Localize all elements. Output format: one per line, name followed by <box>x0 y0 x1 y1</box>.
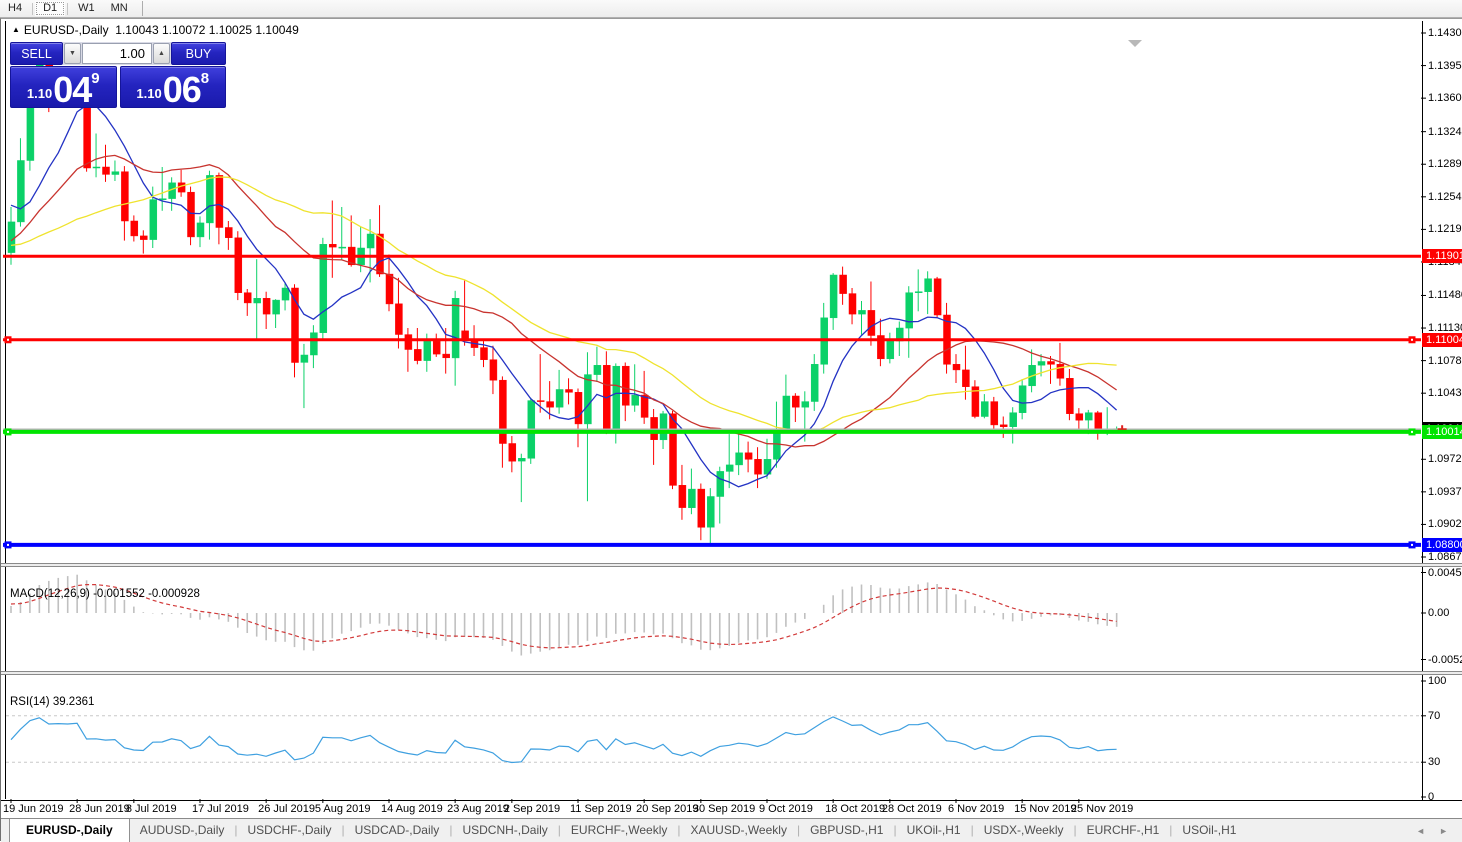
sell-price-display[interactable]: 1.10049 <box>10 66 117 108</box>
tab-usdchf-daily[interactable]: USDCHF-,Daily <box>238 819 342 842</box>
tab-usdcnh-daily[interactable]: USDCNH-,Daily <box>452 819 557 842</box>
scroll-to-end-icon[interactable] <box>1128 40 1142 47</box>
sell-price-pip: 9 <box>91 70 99 87</box>
macd-indicator-label: MACD(12,26,9) -0.001552 -0.000928 <box>10 588 200 600</box>
timeframe-w1[interactable]: W1 <box>70 1 103 16</box>
rsi-pane[interactable] <box>5 675 1423 799</box>
timeframe-d1[interactable]: D1 <box>35 1 65 16</box>
chart-symbol-period: EURUSD-,Daily <box>24 23 109 37</box>
price-axis <box>1422 21 1423 800</box>
buy-price-prefix: 1.10 <box>136 86 161 101</box>
buy-price-big: 06 <box>163 75 201 105</box>
rsi-indicator-label: RSI(14) 39.2361 <box>10 696 94 708</box>
toolbar-separator <box>67 3 68 15</box>
volume-spinner: ▼ ▲ <box>63 42 171 65</box>
pane-splitter[interactable] <box>1 671 1462 675</box>
tab-xauusd-weekly[interactable]: XAUUSD-,Weekly <box>680 819 796 842</box>
chart-tab-bar: EURUSD-,DailyAUDUSD-,Daily|USDCHF-,Daily… <box>1 818 1462 842</box>
tab-ukoil-h1[interactable]: UKOil-,H1 <box>897 819 971 842</box>
timeframe-toolbar: H4 D1 W1MN <box>0 0 1462 18</box>
one-click-trading-panel: SELL ▼ ▲ BUY 1.10049 1.10068 <box>10 42 226 108</box>
toolbar-separator <box>142 1 143 16</box>
tab-eurchf-weekly[interactable]: EURCHF-,Weekly <box>561 819 677 842</box>
collapse-panel-icon[interactable]: ▲ <box>12 25 20 34</box>
sell-button[interactable]: SELL <box>10 42 63 65</box>
buy-price-display[interactable]: 1.10068 <box>120 66 227 108</box>
time-axis <box>1 800 1462 818</box>
tab-usdx-weekly[interactable]: USDX-,Weekly <box>974 819 1074 842</box>
timeframe-mn[interactable]: MN <box>103 1 136 16</box>
chart-title: ▲ EURUSD-,Daily 1.10043 1.10072 1.10025 1… <box>12 23 299 37</box>
buy-button[interactable]: BUY <box>171 42 226 65</box>
chart-window: MACD(12,26,9) -0.001552 -0.000928 RSI(14… <box>0 18 1462 841</box>
tab-usoil-h1[interactable]: USOil-,H1 <box>1172 819 1246 842</box>
volume-increase-button[interactable]: ▲ <box>153 43 170 64</box>
macd-pane[interactable] <box>5 567 1423 671</box>
tab-eurchf-h1[interactable]: EURCHF-,H1 <box>1077 819 1170 842</box>
pane-splitter[interactable] <box>1 563 1462 567</box>
sell-price-big: 04 <box>53 75 91 105</box>
tab-gbpusd-h1[interactable]: GBPUSD-,H1 <box>800 819 893 842</box>
tab-eurusd-daily[interactable]: EURUSD-,Daily <box>9 819 130 842</box>
tab-audusd-daily[interactable]: AUDUSD-,Daily <box>130 819 235 842</box>
volume-decrease-button[interactable]: ▼ <box>64 43 81 64</box>
toolbar-separator <box>32 3 33 15</box>
volume-input[interactable] <box>82 43 152 64</box>
chart-ohlc-values: 1.10043 1.10072 1.10025 1.10049 <box>115 23 299 37</box>
sell-price-prefix: 1.10 <box>27 86 52 101</box>
tab-usdcad-daily[interactable]: USDCAD-,Daily <box>345 819 450 842</box>
tab-scroll-right-icon[interactable]: ► <box>1439 826 1448 836</box>
buy-price-pip: 8 <box>201 70 209 87</box>
tab-scroll-left-icon[interactable]: ◄ <box>1416 826 1425 836</box>
timeframe-h4[interactable]: H4 <box>0 1 30 16</box>
